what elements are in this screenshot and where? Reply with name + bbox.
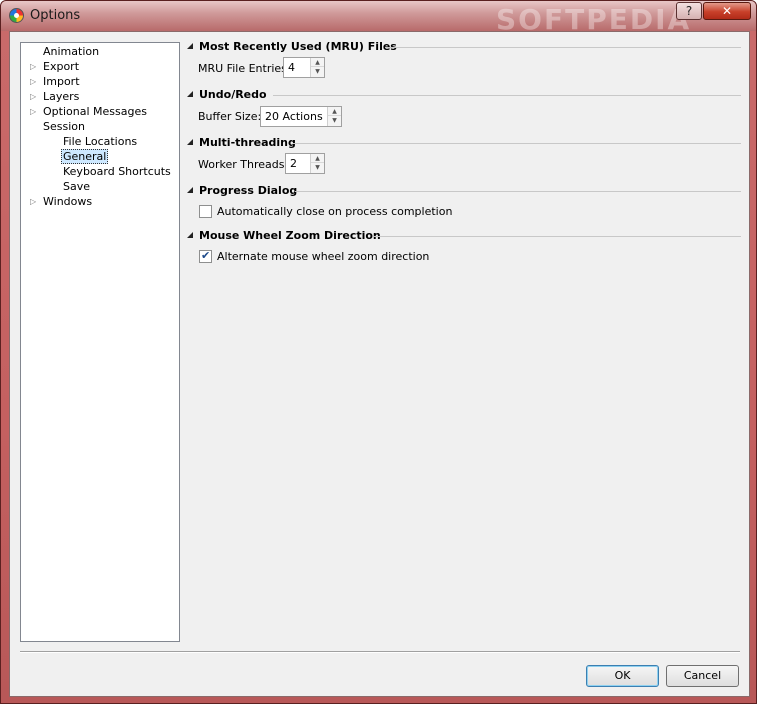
tree-item-keyboard-shortcuts[interactable]: Keyboard Shortcuts — [63, 164, 171, 179]
ok-button[interactable]: OK — [586, 665, 659, 687]
title-bar[interactable]: Options SOFTPEDIA ? ✕ — [1, 1, 756, 36]
settings-panel: Most Recently Used (MRU) Files MRU File … — [185, 40, 745, 640]
group-divider — [295, 191, 741, 192]
spin-down-icon[interactable]: ▼ — [328, 116, 341, 125]
dialog-client: Animation ▷ Export ▷ Import ▷ Layers ▷ O… — [9, 31, 750, 697]
tree-item-export[interactable]: Export — [43, 59, 79, 74]
group-progress-dialog[interactable]: Progress Dialog — [185, 184, 741, 200]
worker-threads-label: Worker Threads: — [198, 158, 289, 171]
group-title: Multi-threading — [199, 136, 296, 149]
spin-up-icon[interactable]: ▲ — [311, 58, 324, 67]
group-undo-redo[interactable]: Undo/Redo — [185, 88, 741, 104]
expander-icon[interactable]: ▷ — [30, 89, 36, 104]
group-title: Mouse Wheel Zoom Direction — [199, 229, 381, 242]
tree-item-layers[interactable]: Layers — [43, 89, 79, 104]
app-icon — [9, 8, 24, 23]
collapse-icon[interactable] — [187, 187, 193, 193]
tree-item-session[interactable]: Session — [43, 119, 85, 134]
collapse-icon[interactable] — [187, 91, 193, 97]
collapse-icon[interactable] — [187, 232, 193, 238]
group-multi-threading[interactable]: Multi-threading — [185, 136, 741, 152]
collapse-icon[interactable] — [187, 43, 193, 49]
worker-threads-spinbox[interactable]: 2 ▲ ▼ — [285, 153, 325, 174]
group-divider — [385, 47, 741, 48]
tree-item-windows[interactable]: Windows — [43, 194, 92, 209]
spin-up-icon[interactable]: ▲ — [311, 154, 324, 163]
spin-value[interactable]: 2 — [290, 157, 297, 170]
spin-down-icon[interactable]: ▼ — [311, 67, 324, 76]
footer-divider — [20, 651, 740, 653]
collapse-icon[interactable] — [187, 139, 193, 145]
cancel-button[interactable]: Cancel — [666, 665, 739, 687]
group-divider — [373, 236, 741, 237]
buffer-size-spinbox[interactable]: 20 Actions ▲ ▼ — [260, 106, 342, 127]
spin-value[interactable]: 20 Actions — [265, 110, 323, 123]
group-title: Undo/Redo — [199, 88, 267, 101]
category-tree[interactable]: Animation ▷ Export ▷ Import ▷ Layers ▷ O… — [20, 42, 180, 642]
spin-up-icon[interactable]: ▲ — [328, 107, 341, 116]
window-title: Options — [30, 8, 81, 23]
spin-down-icon[interactable]: ▼ — [311, 163, 324, 172]
buffer-size-label: Buffer Size: — [198, 110, 262, 123]
tree-item-animation[interactable]: Animation — [43, 44, 99, 59]
spin-value[interactable]: 4 — [288, 61, 295, 74]
tree-item-save[interactable]: Save — [63, 179, 90, 194]
group-divider — [293, 143, 741, 144]
auto-close-label[interactable]: Automatically close on process completio… — [217, 205, 452, 218]
close-button[interactable]: ✕ — [703, 2, 751, 20]
group-divider — [273, 95, 741, 96]
options-window: Options SOFTPEDIA ? ✕ Animation ▷ Export… — [0, 0, 757, 704]
help-button[interactable]: ? — [676, 2, 702, 20]
mru-entries-spinbox[interactable]: 4 ▲ ▼ — [283, 57, 325, 78]
tree-item-general[interactable]: General — [61, 149, 109, 164]
checkmark-icon: ✔ — [201, 249, 211, 262]
alternate-zoom-label[interactable]: Alternate mouse wheel zoom direction — [217, 250, 429, 263]
expander-icon[interactable]: ▷ — [30, 194, 36, 209]
group-mouse-wheel-zoom[interactable]: Mouse Wheel Zoom Direction — [185, 229, 741, 245]
expander-icon[interactable]: ▷ — [30, 104, 36, 119]
group-mru[interactable]: Most Recently Used (MRU) Files — [185, 40, 741, 56]
mru-entries-label: MRU File Entries: — [198, 62, 291, 75]
group-title: Most Recently Used (MRU) Files — [199, 40, 397, 53]
tree-item-import[interactable]: Import — [43, 74, 80, 89]
group-title: Progress Dialog — [199, 184, 298, 197]
tree-item-file-locations[interactable]: File Locations — [63, 134, 137, 149]
tree-item-optional-messages[interactable]: Optional Messages — [43, 104, 147, 119]
auto-close-checkbox[interactable] — [199, 205, 212, 218]
expander-icon[interactable]: ▷ — [30, 74, 36, 89]
alternate-zoom-checkbox[interactable]: ✔ — [199, 249, 212, 263]
expander-icon[interactable]: ▷ — [30, 59, 36, 74]
